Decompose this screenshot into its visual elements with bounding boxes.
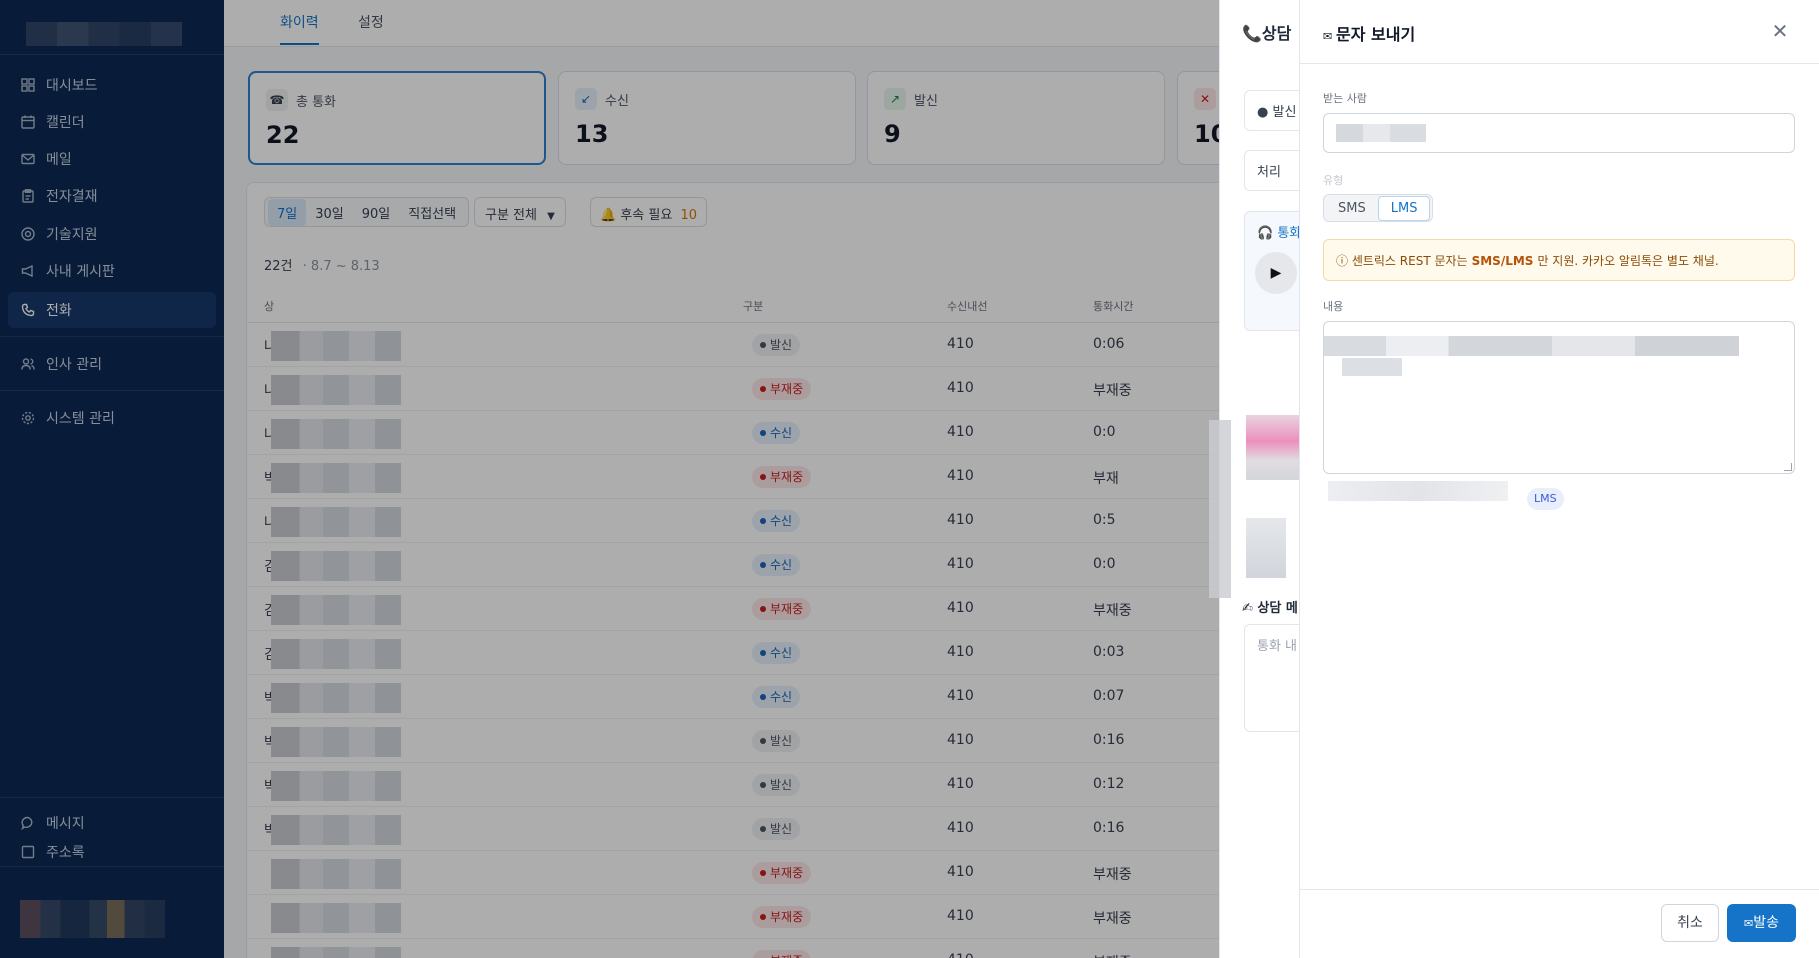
content-label: 내용 [1323,300,1344,313]
panel-divider-handle[interactable] [1209,420,1231,598]
close-button[interactable]: ✕ [1769,20,1791,42]
envelope-icon: ✉ [1323,30,1337,43]
recipient-value [1336,124,1426,142]
consult-title: 📞상담 [1242,24,1292,43]
message-type-toggle: SMS LMS [1323,194,1434,222]
info-notice: ⓘ 센트릭스 REST 문자는 SMS/LMS 만 지원. 카카오 알림톡은 별도 … [1323,239,1795,281]
avatar [1246,518,1286,578]
type-lms-button[interactable]: LMS [1377,195,1431,221]
close-icon: ✕ [1771,19,1789,43]
drawer-footer: 취소 ✉발송 [1300,889,1819,958]
type-badge: LMS [1527,488,1564,510]
memo-textarea[interactable]: 통화 내 [1244,624,1299,732]
play-button[interactable]: ▶ [1255,252,1297,294]
avatar [1246,415,1299,480]
type-label: 유형 [1323,174,1344,187]
message-text [1324,336,1739,356]
cancel-button[interactable]: 취소 [1661,904,1719,942]
byte-counter [1328,481,1508,501]
phone-icon: 📞 [1242,24,1262,43]
status-field[interactable]: 처리 [1244,150,1299,191]
send-button[interactable]: ✉발송 [1727,904,1796,942]
recording-card: 🎧 통화 ▶ [1244,211,1299,331]
message-text [1342,358,1402,376]
recipient-label: 받는 사람 [1323,92,1367,105]
modal-backdrop[interactable] [0,0,1219,958]
type-sms-button[interactable]: SMS [1326,197,1378,220]
envelope-icon: ✉ [1744,917,1754,930]
sms-drawer: ✉ 문자 보내기 ✕ 받는 사람 유형 SMS LMS ⓘ 센트릭스 REST … [1299,0,1819,958]
direction-field[interactable]: ● 발신 [1244,90,1299,131]
memo-title: ✍ 상담 메 [1242,601,1298,616]
drawer-header: ✉ 문자 보내기 ✕ [1300,0,1819,64]
resize-handle[interactable] [1784,463,1792,471]
recipient-input[interactable] [1323,113,1795,153]
drawer-title: ✉ 문자 보내기 [1323,25,1416,44]
consult-panel: 📞상담 ● 발신 처리 🎧 통화 ▶ ✍ 상담 메 통화 내 [1219,0,1299,958]
message-textarea[interactable] [1323,321,1795,474]
